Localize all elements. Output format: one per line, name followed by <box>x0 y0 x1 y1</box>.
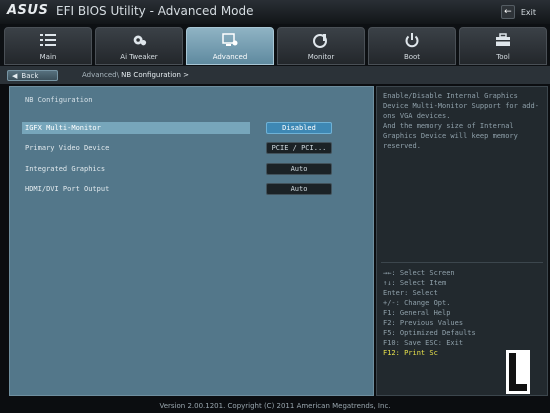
key-line: +/-: Change Opt. <box>383 299 451 307</box>
setting-row-integrated-graphics[interactable]: Integrated Graphics <box>22 163 250 175</box>
key-line: F10: Save ESC: Exit <box>383 339 464 347</box>
exit-label: Exit <box>520 7 536 17</box>
key-legend: →←: Select Screen ↑↓: Select Item Enter:… <box>383 268 543 358</box>
asus-logo: ASUS <box>7 3 49 18</box>
back-button[interactable]: ◀ Back <box>7 70 58 81</box>
tab-label: Monitor <box>307 53 335 61</box>
tab-label: Tool <box>496 53 510 61</box>
power-icon <box>404 32 420 48</box>
setting-label: IGFX Multi-Monitor <box>25 124 101 132</box>
tab-tool[interactable]: Tool <box>459 27 547 65</box>
setting-value-primary-video-device[interactable]: PCIE / PCI... <box>266 142 332 154</box>
setting-label: Integrated Graphics <box>25 165 106 173</box>
back-arrow-icon: ◀ <box>12 71 18 80</box>
tab-label: Main <box>39 53 57 61</box>
tab-label: Boot <box>403 53 421 61</box>
setting-row-igfx-multi-monitor[interactable]: IGFX Multi-Monitor <box>22 122 250 134</box>
help-text: Enable/Disable Internal Graphics Device … <box>383 92 539 150</box>
settings-panel: NB Configuration IGFX Multi-Monitor Disa… <box>9 86 374 396</box>
setting-label: HDMI/DVI Port Output <box>25 185 110 193</box>
list-icon <box>40 32 56 48</box>
breadcrumb: Advanced\ NB Configuration > <box>82 71 189 79</box>
tab-label: Ai Tweaker <box>120 53 158 61</box>
key-line: ↑↓: Select Item <box>383 279 447 287</box>
exit-icon: ← <box>500 5 515 19</box>
setting-row-hdmi-dvi-port-output[interactable]: HDMI/DVI Port Output <box>22 183 250 195</box>
thermometer-icon <box>313 32 329 48</box>
toolbox-icon <box>495 32 511 48</box>
key-line: →←: Select Screen <box>383 269 455 277</box>
setting-label: Primary Video Device <box>25 144 110 152</box>
app-title: EFI BIOS Utility - Advanced Mode <box>56 4 254 18</box>
fan-icon <box>131 32 147 48</box>
tab-advanced[interactable]: Advanced <box>186 27 274 65</box>
setting-value-integrated-graphics[interactable]: Auto <box>266 163 332 175</box>
setting-row-primary-video-device[interactable]: Primary Video Device <box>22 142 250 154</box>
breadcrumb-current: NB Configuration > <box>121 71 189 79</box>
advanced-icon <box>222 32 238 48</box>
key-line: F5: Optimized Defaults <box>383 329 476 337</box>
tab-boot[interactable]: Boot <box>368 27 456 65</box>
watermark-logo <box>506 350 530 394</box>
tab-bar: Main Ai Tweaker Advanced Monitor Boot To… <box>0 24 550 66</box>
section-title: NB Configuration <box>25 96 93 104</box>
key-line: F2: Previous Values <box>383 319 464 327</box>
breadcrumb-advanced[interactable]: Advanced\ <box>82 71 119 79</box>
tab-label: Advanced <box>212 53 248 61</box>
version-footer: Version 2.00.1201. Copyright (C) 2011 Am… <box>159 402 391 410</box>
key-line: F1: General Help <box>383 309 451 317</box>
title-bar: ASUS EFI BIOS Utility - Advanced Mode ← … <box>0 0 550 24</box>
key-line: Enter: Select <box>383 289 438 297</box>
setting-value-igfx-multi-monitor[interactable]: Disabled <box>266 122 332 134</box>
back-label: Back <box>21 71 39 80</box>
exit-button[interactable]: ← Exit <box>500 4 536 20</box>
setting-value-hdmi-dvi-port-output[interactable]: Auto <box>266 183 332 195</box>
help-divider <box>381 262 543 263</box>
breadcrumb-bar: ◀ Back Advanced\ NB Configuration > <box>0 66 550 84</box>
tab-monitor[interactable]: Monitor <box>277 27 365 65</box>
tab-ai-tweaker[interactable]: Ai Tweaker <box>95 27 183 65</box>
tab-main[interactable]: Main <box>4 27 92 65</box>
